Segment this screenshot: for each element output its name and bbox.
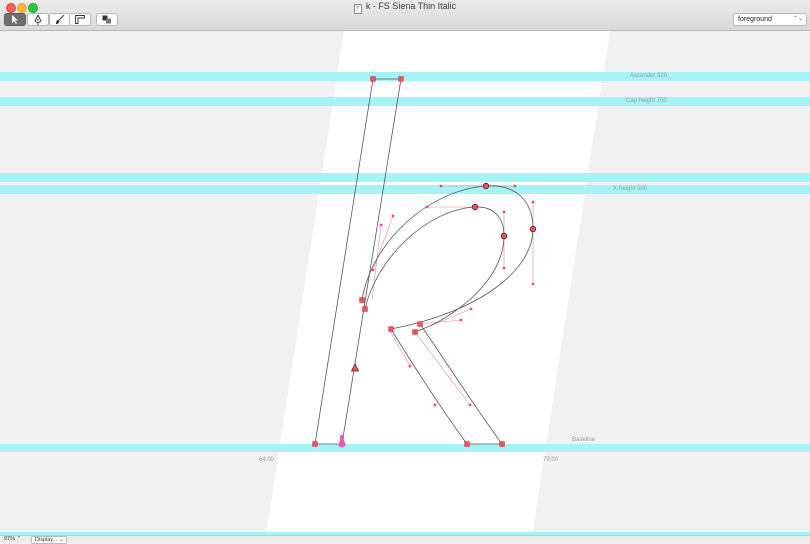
font-document-icon: T: [353, 4, 362, 14]
shapes-icon: [102, 15, 111, 24]
cap-height-guide[interactable]: [0, 97, 810, 106]
pen-tool-button[interactable]: [27, 13, 49, 26]
display-label: Display...: [35, 537, 58, 543]
right-sidebearing-value: 79.00: [543, 457, 559, 463]
baseline-label: Baseline: [572, 437, 596, 443]
zoom-arrows-icon: ⌃: [16, 536, 22, 542]
x-height-label: X-height 500: [613, 186, 648, 192]
ruler-icon: [75, 15, 85, 24]
glyph-editor-svg[interactable]: [0, 31, 810, 535]
ruler-tool-button[interactable]: [69, 13, 91, 26]
status-bar: 97% ⌃ Display... ⌄: [0, 535, 810, 544]
ascender-label: Ascender 820: [630, 73, 668, 79]
zoom-value: 97%: [4, 536, 16, 542]
layer-select-arrows-icon: ⌃⌄: [792, 16, 803, 22]
glyph-canvas[interactable]: Ascender 820 Cap height 700 X-height 500…: [0, 31, 810, 535]
x-height-guide-top[interactable]: [0, 173, 810, 182]
brush-tool-button[interactable]: [49, 13, 71, 26]
shapes-tool-button[interactable]: [96, 13, 118, 26]
arrow-pointer-icon: [12, 15, 18, 24]
layer-select-value: foreground: [738, 16, 772, 23]
x-height-guide[interactable]: [0, 185, 810, 194]
window-title-text: k - FS Siena Thin Italic: [365, 1, 457, 11]
brush-icon: [55, 15, 64, 24]
select-tool-button[interactable]: [4, 13, 26, 26]
window-titlebar: Tk - FS Siena Thin Italic foreground ⌃⌄: [0, 0, 810, 31]
glyph-metrics-box: [266, 31, 610, 535]
zoom-select[interactable]: 97% ⌃: [4, 536, 21, 542]
left-sidebearing-value: 64.00: [259, 457, 275, 463]
cap-height-label: Cap height 700: [626, 98, 667, 104]
baseline-guide[interactable]: [0, 444, 810, 452]
window-title: Tk - FS Siena Thin Italic: [0, 1, 810, 14]
pen-nib-icon: [34, 14, 42, 25]
layer-select[interactable]: foreground ⌃⌄: [733, 13, 807, 26]
display-arrow-icon: ⌄: [58, 537, 64, 543]
ascender-guide[interactable]: [0, 72, 810, 81]
